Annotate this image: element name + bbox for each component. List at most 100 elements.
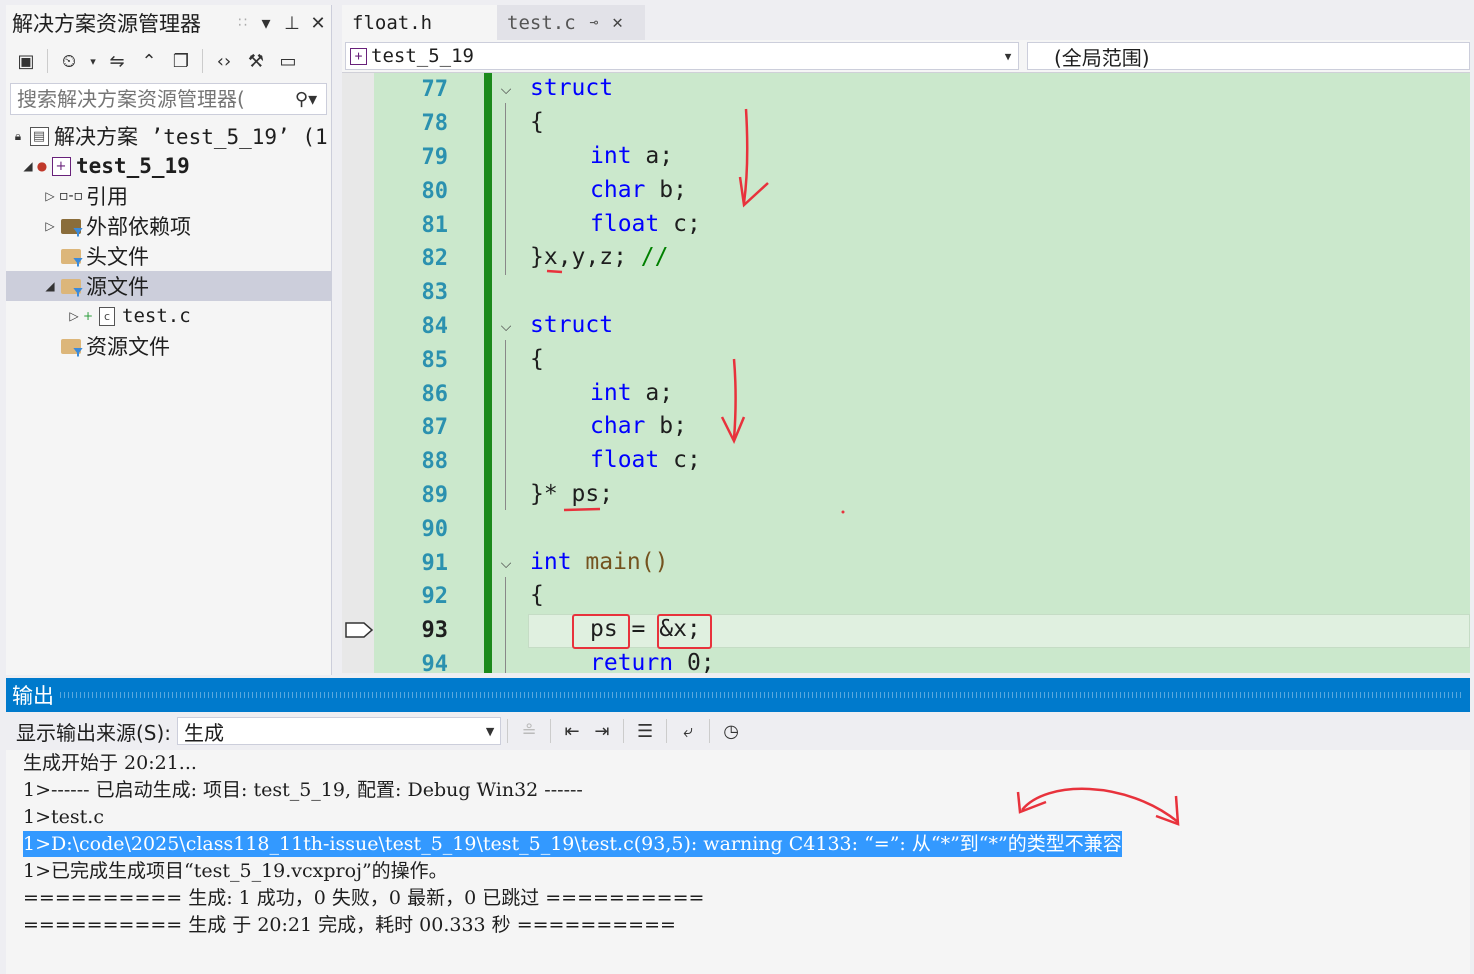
line-number: 85: [421, 348, 449, 373]
collapse-all-icon[interactable]: ⌃: [135, 47, 163, 75]
output-line: ========== 生成: 1 成功，0 失败，0 最新，0 已跳过 ====…: [23, 887, 705, 909]
expanded-arrow-icon[interactable]: ◢: [20, 159, 36, 173]
project-dropdown[interactable]: + test_5_19 ▼: [345, 42, 1019, 70]
timestamp-clock-icon[interactable]: ◷: [716, 721, 746, 742]
annotation-box-address-x: [657, 614, 712, 649]
line-number: 88: [421, 449, 449, 474]
window-menu-icon[interactable]: ▾: [253, 13, 279, 34]
solution-search-box[interactable]: ⚲▾: [10, 83, 327, 115]
code-line: float c;: [590, 211, 701, 237]
code-line: char b;: [590, 413, 687, 439]
output-title-bar: 输出: [6, 678, 1470, 712]
dropdown-arrow-icon[interactable]: ▾: [87, 47, 99, 75]
tree-item-references[interactable]: ▷ ▫-▫ 引用: [6, 181, 331, 211]
previous-message-icon[interactable]: ⇤: [557, 721, 587, 742]
tree-item-test-c[interactable]: ▷ + c test.c: [6, 301, 331, 331]
code-line: {: [530, 582, 544, 608]
filter-folder-icon: [58, 335, 84, 357]
output-line: 1>test.c: [23, 806, 104, 828]
word-wrap-icon[interactable]: ⤶: [673, 721, 703, 742]
code-line: {: [530, 346, 544, 372]
output-toolbar: 显示输出来源(S): 生成 ▼ ≗ ⇤ ⇥ ☰ ⤶ ◷: [6, 712, 1470, 750]
preview-icon[interactable]: ▭: [274, 47, 302, 75]
find-message-icon[interactable]: ≗: [514, 721, 544, 742]
navigation-bar: + test_5_19 ▼ (全局范围): [342, 40, 1470, 73]
history-icon[interactable]: ⏲: [55, 47, 83, 75]
tree-item-project[interactable]: ◢ ● + test_5_19: [6, 151, 331, 181]
pin-icon[interactable]: ⊥: [279, 13, 305, 34]
code-line: int a;: [590, 380, 674, 406]
output-line: 1>------ 已启动生成: 项目: test_5_19, 配置: Debug…: [23, 779, 583, 801]
collapsed-arrow-icon[interactable]: ▷: [66, 309, 82, 323]
output-title: 输出: [12, 684, 54, 708]
external-deps-icon: [58, 215, 84, 237]
tree-item-resource-files[interactable]: 资源文件: [6, 331, 331, 361]
project-icon: +: [48, 155, 74, 177]
grip-icon: ∷: [238, 15, 247, 31]
show-all-files-icon[interactable]: ❐: [167, 47, 195, 75]
filter-folder-icon: [58, 275, 84, 297]
close-tab-icon[interactable]: ✕: [612, 12, 623, 33]
line-number: 81: [421, 213, 449, 238]
line-number: 80: [421, 179, 449, 204]
next-message-icon[interactable]: ⇥: [587, 721, 617, 742]
line-number: 91: [421, 551, 449, 576]
tab-float-h[interactable]: float.h: [342, 5, 497, 40]
view-code-icon[interactable]: ‹›: [210, 47, 238, 75]
tab-test-c[interactable]: test.c ⊸ ✕: [497, 5, 645, 40]
pin-tab-icon[interactable]: ⊸: [590, 15, 598, 31]
tree-item-source-files[interactable]: ◢ 源文件: [6, 271, 331, 301]
code-editor[interactable]: 77 78 79 80 81 82 83 84 85 86 87 88 89 9…: [342, 73, 1470, 673]
sync-icon[interactable]: ⇋: [103, 47, 131, 75]
chevron-down-icon[interactable]: ▼: [480, 725, 500, 738]
solution-search-input[interactable]: [17, 87, 286, 111]
collapsed-arrow-icon[interactable]: ▷: [42, 219, 58, 233]
scope-dropdown[interactable]: (全局范围): [1027, 42, 1470, 70]
chevron-down-icon[interactable]: ▼: [998, 50, 1018, 63]
code-line: float c;: [590, 447, 701, 473]
line-number: 94: [421, 652, 449, 673]
solution-explorer-title-bar: 解决方案资源管理器 ∷ ▾ ⊥ ✕: [6, 5, 331, 41]
line-number: 77: [421, 77, 449, 102]
output-line-warning-selected[interactable]: 1>D:\code\2025\class118_11th-issue\test_…: [23, 831, 1122, 857]
line-number: 86: [421, 382, 449, 407]
line-number: 84: [421, 314, 449, 339]
search-icon[interactable]: ⚲▾: [286, 89, 326, 110]
code-line: struct: [530, 312, 614, 338]
code-line: int a;: [590, 143, 674, 169]
fold-chevron-icon[interactable]: ⌵: [497, 555, 515, 573]
tree-item-external-deps[interactable]: ▷ 外部依赖项: [6, 211, 331, 241]
code-line: return 0;: [590, 650, 715, 673]
code-line: char b;: [590, 177, 687, 203]
tree-item-solution[interactable]: 🔒︎ ▤ 解决方案 ’test_5_19’ (1: [6, 121, 331, 151]
collapsed-arrow-icon[interactable]: ▷: [42, 189, 58, 203]
line-number: 78: [421, 111, 449, 136]
fold-chevron-icon[interactable]: ⌵: [497, 81, 515, 99]
line-number: 89: [421, 483, 449, 508]
code-line: }x,y,z; //: [530, 244, 669, 270]
lock-icon: 🔒︎: [14, 128, 22, 143]
expanded-arrow-icon[interactable]: ◢: [42, 279, 58, 293]
line-number: 82: [421, 246, 449, 271]
solution-explorer-toolbar: ▣ ⏲ ▾ ⇋ ⌃ ❐ ‹› ⚒ ▭: [6, 41, 331, 81]
output-source-label: 显示输出来源(S):: [16, 720, 172, 745]
solution-explorer-panel: 解决方案资源管理器 ∷ ▾ ⊥ ✕ ▣ ⏲ ▾ ⇋ ⌃ ❐ ‹› ⚒ ▭ ⚲▾ …: [6, 5, 332, 675]
glyph-margin[interactable]: [342, 73, 374, 673]
fold-chevron-icon[interactable]: ⌵: [497, 318, 515, 336]
line-number: 83: [421, 280, 449, 305]
line-number-current: 93: [421, 618, 449, 643]
code-line: }* ps;: [530, 481, 614, 507]
line-number: 92: [421, 584, 449, 609]
c-file-icon: c: [94, 305, 120, 327]
line-number: 90: [421, 517, 449, 542]
clear-all-icon[interactable]: ☰: [630, 721, 660, 742]
switch-views-icon[interactable]: ▣: [12, 47, 40, 75]
tree-item-header-files[interactable]: 头文件: [6, 241, 331, 271]
output-text-area[interactable]: 生成开始于 20:21... 1>------ 已启动生成: 项目: test_…: [6, 750, 1470, 974]
output-source-dropdown[interactable]: 生成 ▼: [177, 717, 502, 745]
properties-wrench-icon[interactable]: ⚒: [242, 47, 270, 75]
code-line: {: [530, 109, 544, 135]
close-icon[interactable]: ✕: [305, 13, 331, 34]
output-line: 生成开始于 20:21...: [23, 752, 197, 774]
references-icon: ▫-▫: [58, 188, 84, 204]
